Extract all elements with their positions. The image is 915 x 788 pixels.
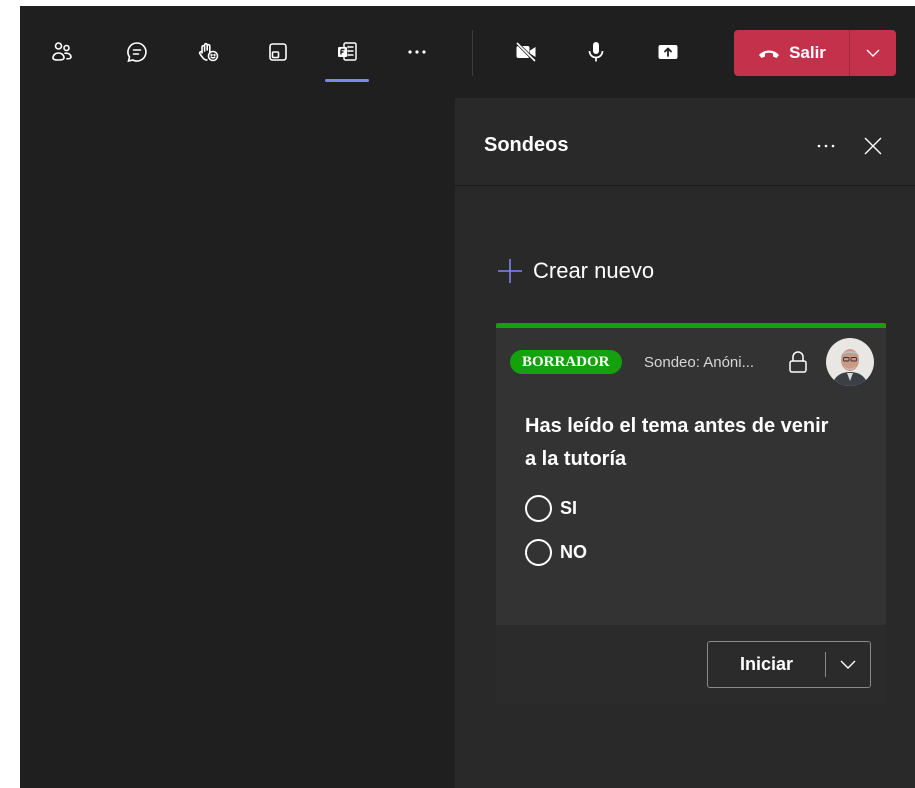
- poll-option-si[interactable]: SI: [525, 495, 577, 522]
- active-tab-indicator: [325, 79, 369, 82]
- user-photo-icon: [826, 338, 874, 386]
- microphone-button[interactable]: [576, 32, 616, 72]
- microphone-icon: [588, 42, 604, 62]
- camera-toggle-button[interactable]: [506, 32, 546, 72]
- close-icon: [864, 137, 882, 155]
- status-badge: BORRADOR: [510, 350, 622, 374]
- chevron-down-icon: [866, 49, 880, 57]
- avatar[interactable]: [826, 338, 874, 386]
- share-screen-button[interactable]: [648, 32, 688, 72]
- leave-button[interactable]: Salir: [734, 30, 849, 76]
- poll-card-footer: Iniciar: [496, 625, 886, 703]
- poll-option-label: NO: [560, 542, 587, 562]
- raise-hand-button[interactable]: [188, 32, 228, 72]
- more-icon: [408, 50, 426, 54]
- meeting-window: Salir Sondeos Crear nuevo BORRADOR Sonde…: [20, 6, 915, 788]
- meeting-stage: [20, 98, 455, 788]
- panel-title: Sondeos: [484, 134, 569, 156]
- hang-up-icon: [759, 50, 780, 58]
- panel-header: Sondeos: [455, 98, 915, 186]
- poll-question: Has leído el tema antes de venir a la tu…: [525, 415, 829, 470]
- toolbar-divider: [472, 30, 473, 76]
- chat-button[interactable]: [117, 32, 157, 72]
- leave-button-group: Salir: [734, 30, 896, 76]
- chevron-down-icon: [840, 660, 856, 669]
- panel-more-button[interactable]: [814, 136, 838, 156]
- poll-option-label: SI: [560, 498, 578, 518]
- poll-type-label: Sondeo: Anóni...: [644, 354, 755, 371]
- create-new-poll-button[interactable]: Crear nuevo: [497, 258, 654, 284]
- start-button-group: Iniciar: [707, 641, 871, 688]
- lock-icon: [789, 351, 807, 373]
- more-icon: [817, 144, 835, 148]
- start-poll-button[interactable]: Iniciar: [708, 642, 825, 687]
- raise-hand-icon: [198, 42, 219, 62]
- rooms-button[interactable]: [258, 32, 298, 72]
- meeting-toolbar: Salir: [20, 6, 915, 98]
- radio-button[interactable]: [525, 539, 552, 566]
- panel-close-button[interactable]: [861, 134, 885, 158]
- poll-option-no[interactable]: NO: [525, 539, 587, 566]
- start-dropdown-button[interactable]: [826, 642, 870, 687]
- create-new-label: Crear nuevo: [533, 258, 655, 283]
- radio-button[interactable]: [525, 495, 552, 522]
- poll-card: BORRADOR Sondeo: Anóni... Has leído el t…: [496, 323, 886, 703]
- people-button[interactable]: [42, 32, 82, 72]
- plus-icon: [498, 259, 522, 283]
- camera-off-icon: [515, 41, 537, 63]
- more-actions-button[interactable]: [397, 32, 437, 72]
- polls-panel: Sondeos Crear nuevo BORRADOR Sondeo: Anó…: [455, 98, 915, 788]
- people-icon: [52, 42, 72, 61]
- rooms-icon: [269, 43, 287, 61]
- leave-dropdown-button[interactable]: [850, 30, 896, 76]
- leave-label: Salir: [789, 43, 826, 62]
- share-icon: [658, 45, 678, 59]
- apps-button[interactable]: [327, 32, 367, 72]
- apps-icon: [338, 42, 357, 61]
- chat-icon: [127, 42, 147, 63]
